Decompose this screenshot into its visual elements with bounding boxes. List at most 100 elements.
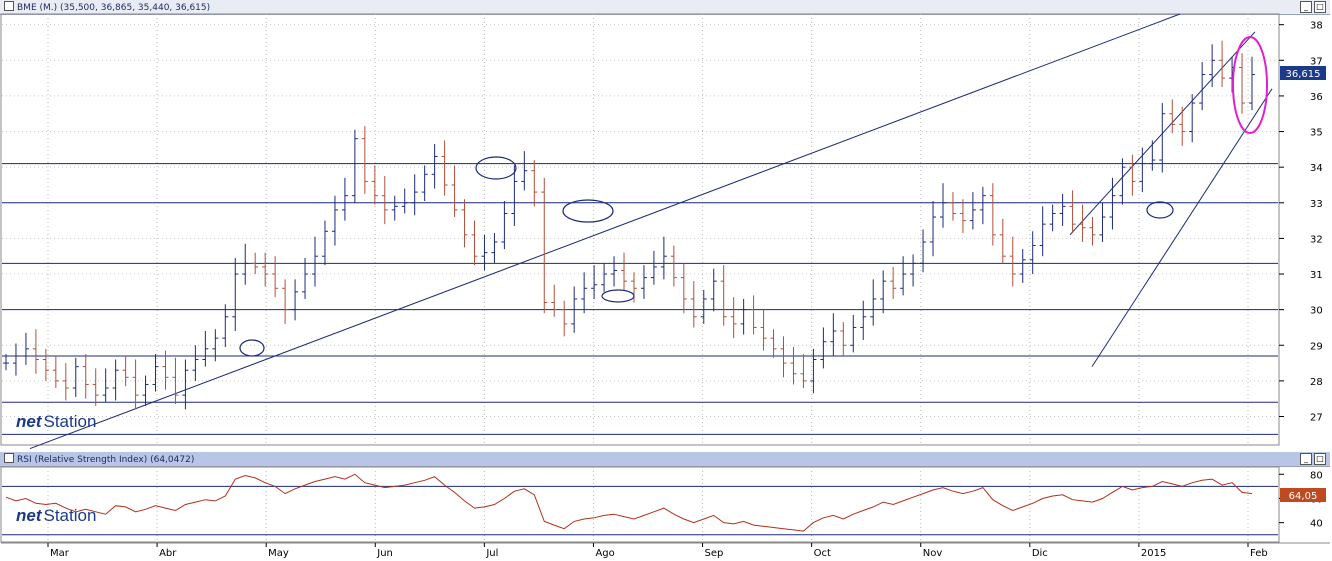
- x-tick-label: Jun: [376, 548, 393, 559]
- ohlc-bar: [1119, 158, 1126, 205]
- ohlc-bar: [1249, 56, 1255, 111]
- ohlc-bar: [292, 279, 299, 321]
- ohlc-bar: [949, 192, 956, 221]
- ohlc-bar: [112, 359, 119, 401]
- ohlc-bar: [282, 279, 289, 324]
- ohlc-bar: [1149, 140, 1156, 171]
- ohlc-bar: [381, 176, 388, 225]
- ohlc-bar: [471, 220, 478, 266]
- ohlc-bar: [401, 188, 408, 214]
- ohlc-bar: [42, 348, 49, 381]
- x-tick-label: 2015: [1141, 548, 1166, 559]
- ohlc-bar: [1159, 103, 1166, 173]
- ohlc-bar: [710, 268, 717, 312]
- ohlc-bar: [1009, 236, 1016, 287]
- ohlc-bar: [222, 304, 229, 348]
- ohlc-bar: [541, 177, 548, 314]
- x-tick-label: Mar: [50, 548, 70, 559]
- ohlc-bar: [1099, 202, 1106, 242]
- ohlc-bar: [770, 329, 777, 358]
- ohlc-bar: [351, 129, 358, 203]
- ohlc-bar: [1189, 94, 1196, 143]
- x-tick-label: Jul: [485, 548, 498, 559]
- y-tick-label: 28: [1310, 377, 1323, 388]
- ohlc-bar: [790, 347, 797, 385]
- ohlc-bar: [122, 355, 129, 387]
- ohlc-bar: [212, 329, 219, 362]
- ohlc-bar: [860, 300, 867, 340]
- rsi-y-tick-label: 40: [1310, 519, 1323, 530]
- price-plot-frame: [0, 13, 1280, 446]
- ohlc-bar: [361, 126, 368, 194]
- ohlc-bar: [32, 329, 39, 374]
- y-tick-label: 30: [1310, 306, 1323, 317]
- ohlc-bar: [690, 281, 697, 328]
- ohlc-bar: [551, 284, 558, 317]
- ohlc-bar: [650, 250, 657, 285]
- ohlc-bar: [939, 183, 946, 228]
- x-tick-label: May: [268, 548, 289, 559]
- x-tick-label: Sep: [705, 548, 724, 559]
- rsi-line: [5, 473, 1253, 532]
- ohlc-bar: [890, 266, 897, 299]
- ohlc-bar: [591, 265, 598, 299]
- rsi-y-tick-label: 80: [1310, 470, 1323, 481]
- ohlc-bar: [501, 201, 508, 250]
- ohlc-bar: [720, 265, 727, 326]
- ohlc-bar: [969, 192, 976, 230]
- ohlc-bar: [611, 256, 618, 287]
- ohlc-bar: [3, 354, 9, 371]
- ohlc-bar: [242, 243, 249, 285]
- ohlc-bar: [740, 298, 747, 335]
- y-tick-label: 38: [1310, 21, 1323, 32]
- ohlc-bar: [800, 354, 807, 389]
- ohlc-bar: [850, 314, 857, 353]
- ohlc-bar: [750, 295, 757, 335]
- ohlc-bar: [870, 279, 877, 326]
- rsi-last-value-label: 64,05: [1289, 491, 1318, 502]
- logo-station-text: Station: [43, 412, 97, 431]
- ohlc-bar: [72, 357, 79, 397]
- ohlc-bar: [12, 343, 19, 376]
- ohlc-bar: [302, 257, 309, 299]
- long-trend-line: [29, 13, 1181, 450]
- ohlc-bar: [561, 300, 568, 337]
- ohlc-bar: [421, 165, 428, 202]
- ohlc-bar: [1219, 40, 1226, 88]
- price-chart[interactable]: 272829303132333435363738 406080 MarAbrMa…: [0, 0, 1332, 561]
- x-tick-label: Dic: [1032, 548, 1048, 559]
- y-tick-label: 37: [1310, 56, 1323, 67]
- ohlc-bar: [840, 322, 847, 356]
- ohlc-bar: [1089, 217, 1096, 246]
- y-tick-label: 31: [1310, 270, 1323, 281]
- ohlc-bar: [1239, 53, 1246, 114]
- ohlc-bar: [700, 290, 707, 324]
- ohlc-bar: [82, 354, 89, 399]
- ohlc-bar: [930, 201, 937, 257]
- last-price-label: 36,615: [1286, 69, 1321, 80]
- ohlc-bar: [22, 332, 29, 365]
- y-tick-label: 29: [1310, 341, 1323, 352]
- ohlc-bar: [979, 186, 986, 225]
- ohlc-bar: [621, 252, 628, 291]
- ohlc-bar: [92, 368, 99, 406]
- ohlc-bar: [411, 174, 418, 216]
- rsi-netstation-logo: net Station: [16, 506, 96, 526]
- highlight-ellipse: [1232, 36, 1268, 134]
- ohlc-bar: [262, 252, 269, 287]
- ohlc-bar: [481, 234, 488, 271]
- ohlc-bar: [1169, 99, 1176, 134]
- ohlc-bar: [341, 177, 348, 221]
- ohlc-bar: [830, 313, 837, 356]
- ohlc-bar: [1059, 193, 1066, 226]
- ohlc-bar: [431, 144, 438, 189]
- ohlc-bar: [1019, 249, 1026, 283]
- ohlc-bar: [102, 368, 109, 403]
- ohlc-bar: [531, 160, 538, 207]
- ohlc-bar: [680, 263, 687, 314]
- ohlc-bar: [780, 336, 787, 378]
- ohlc-bar: [371, 165, 378, 205]
- ohlc-bar: [910, 254, 917, 287]
- annotation-ellipse: [239, 339, 265, 357]
- ohlc-bar: [1139, 147, 1146, 193]
